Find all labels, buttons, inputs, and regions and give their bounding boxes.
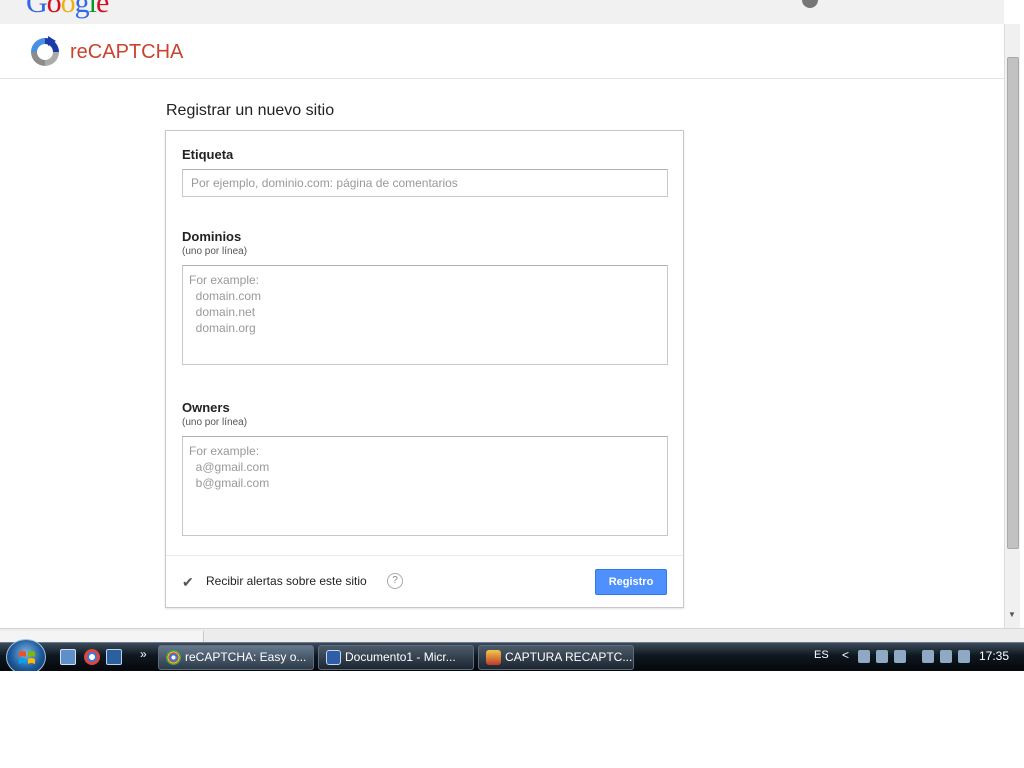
- blank-area: [0, 671, 1024, 768]
- taskbar-window-title: Documento1 - Micr...: [345, 650, 456, 664]
- taskbar-window-paint[interactable]: CAPTURA RECAPTC...: [478, 645, 634, 670]
- network-connection-icon[interactable]: [940, 650, 952, 663]
- taskbar-window-word[interactable]: Documento1 - Micr...: [318, 645, 474, 670]
- google-logo-letter: o: [60, 0, 76, 19]
- paint-icon: [486, 650, 501, 665]
- volume-icon[interactable]: [958, 650, 970, 663]
- page-scrollbar[interactable]: ▼: [1004, 24, 1020, 628]
- owners-field-hint: (uno por línea): [182, 417, 248, 428]
- page-title: Registrar un nuevo sitio: [166, 102, 335, 119]
- dropbox-icon[interactable]: [858, 650, 870, 663]
- show-desktop-icon[interactable]: [60, 649, 76, 665]
- domains-field-hint: (uno por línea): [182, 246, 248, 257]
- monitor-tray-icon[interactable]: [876, 650, 888, 663]
- owners-textarea[interactable]: [182, 436, 668, 536]
- google-logo-letter: G: [26, 0, 48, 19]
- start-button[interactable]: [6, 639, 46, 675]
- taskbar-window-chrome[interactable]: reCAPTCHA: Easy o...: [158, 645, 314, 670]
- word-icon: [326, 650, 341, 665]
- recaptcha-logo-icon[interactable]: [26, 34, 64, 70]
- recaptcha-header: reCAPTCHA: [0, 24, 1004, 79]
- register-button[interactable]: Registro: [595, 569, 667, 595]
- windows-taskbar: » reCAPTCHA: Easy o... Documento1 - Micr…: [0, 639, 1024, 675]
- scrollbar-thumb[interactable]: [1007, 57, 1019, 549]
- horizontal-strip: [0, 628, 1024, 643]
- label-input[interactable]: [182, 169, 668, 197]
- alerts-checkbox[interactable]: ✔: [182, 574, 198, 590]
- owners-field-label: Owners: [182, 400, 230, 415]
- google-logo[interactable]: Google: [26, 0, 109, 20]
- domains-textarea[interactable]: [182, 265, 668, 365]
- form-footer: ✔ Recibir alertas sobre este sitio ? Reg…: [166, 555, 683, 607]
- scroll-down-arrow-icon[interactable]: ▼: [1008, 610, 1016, 619]
- google-logo-letter: l: [88, 0, 97, 19]
- clock[interactable]: 17:35: [979, 649, 1009, 663]
- quicklaunch-overflow-icon[interactable]: »: [140, 647, 147, 661]
- taskbar-window-title: reCAPTCHA: Easy o...: [185, 650, 307, 664]
- language-indicator[interactable]: ES: [814, 649, 829, 661]
- taskbar-window-title: CAPTURA RECAPTC...: [505, 650, 633, 664]
- monitor-quicklaunch-icon[interactable]: [106, 649, 122, 665]
- chrome-quicklaunch-icon[interactable]: [84, 649, 100, 665]
- help-icon[interactable]: ?: [387, 573, 403, 589]
- google-logo-letter: e: [96, 0, 109, 19]
- windows-logo-icon: [19, 651, 35, 664]
- google-logo-letter: g: [74, 0, 90, 19]
- chrome-icon: [166, 650, 181, 665]
- label-field-label: Etiqueta: [182, 147, 234, 162]
- recaptcha-brand-text[interactable]: reCAPTCHA: [70, 41, 183, 64]
- domains-field-label: Dominios: [182, 229, 242, 244]
- power-icon[interactable]: [922, 650, 934, 663]
- google-top-bar: Google: [0, 0, 1004, 24]
- account-avatar-icon[interactable]: [802, 0, 818, 8]
- show-hidden-icons-icon[interactable]: <: [842, 648, 849, 662]
- system-tray: ES < 17:35: [806, 643, 1024, 672]
- register-site-form: Etiqueta Dominios (uno por línea) Owners…: [165, 130, 684, 608]
- alerts-checkbox-label[interactable]: Recibir alertas sobre este sitio: [206, 574, 367, 588]
- network-icon[interactable]: [894, 650, 906, 663]
- google-logo-letter: o: [46, 0, 62, 19]
